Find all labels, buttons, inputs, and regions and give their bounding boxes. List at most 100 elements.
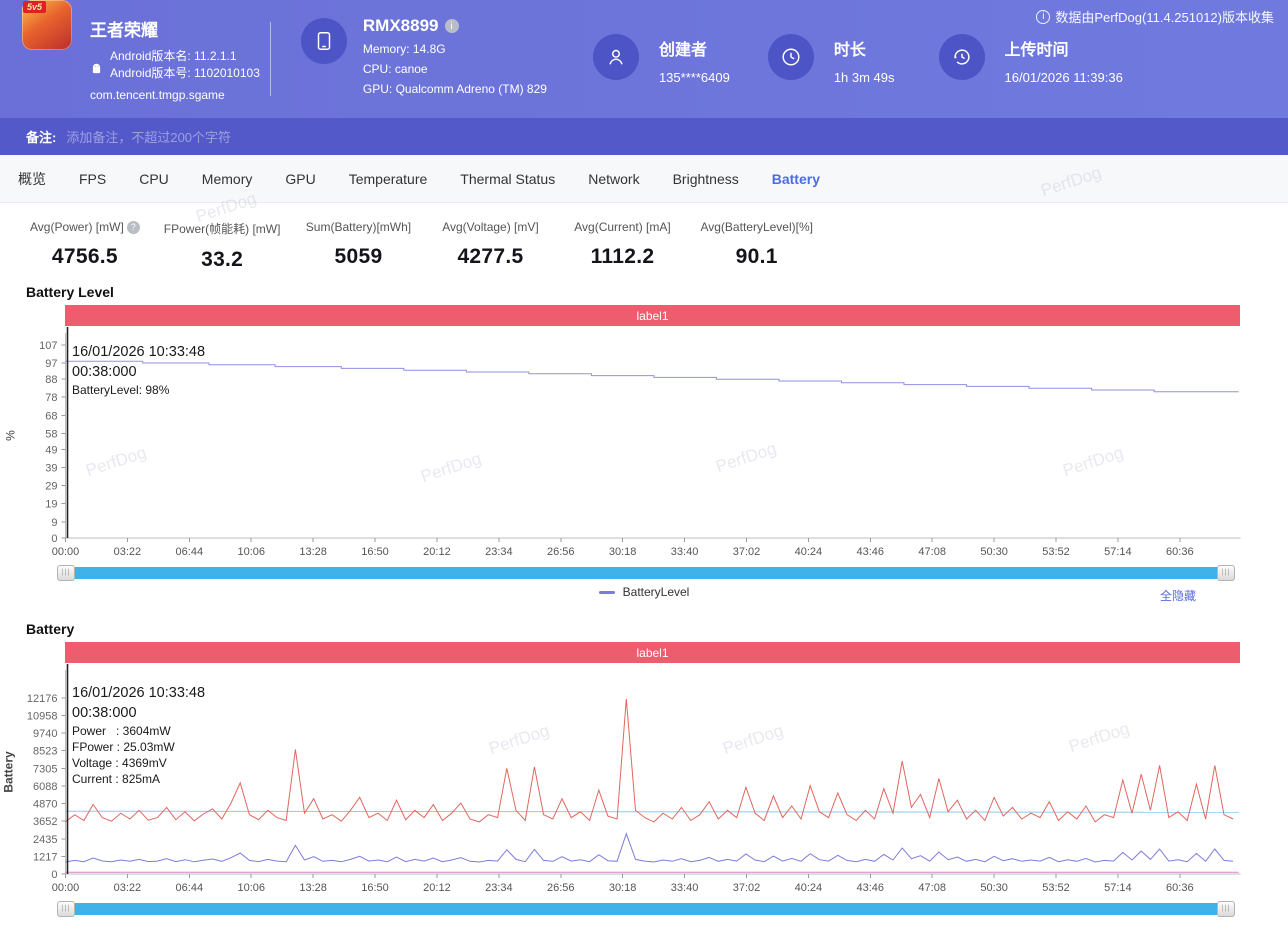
legend-swatch — [599, 591, 615, 594]
upload-time-label: 上传时间 — [1005, 36, 1123, 60]
battery-section: Battery label1 0121724353652487060887305… — [0, 621, 1288, 917]
game-name: 王者荣耀 — [90, 16, 260, 41]
stat-label: FPower(帧能耗) [mW] — [164, 220, 281, 237]
svg-text:60:36: 60:36 — [1166, 882, 1194, 894]
svg-text:%: % — [4, 430, 18, 441]
tab-overview[interactable]: 概览 — [18, 169, 46, 189]
svg-text:03:22: 03:22 — [114, 882, 142, 894]
stat-avg-voltage: Avg(Voltage) [mV]4277.5 — [436, 220, 544, 272]
stat-value: 1112.2 — [568, 245, 676, 269]
duration-section: 时长 1h 3m 49s — [768, 34, 895, 85]
svg-text:30:18: 30:18 — [609, 546, 637, 558]
battery-level-section: Battery Level label1 0919293949586878889… — [0, 284, 1288, 605]
svg-text:20:12: 20:12 — [423, 882, 451, 894]
legend-item-batterylevel[interactable]: BatteryLevel — [599, 585, 690, 599]
svg-text:06:44: 06:44 — [176, 546, 204, 558]
scrollbar-track[interactable] — [75, 903, 1217, 915]
tab-network[interactable]: Network — [588, 171, 639, 187]
hide-all-link[interactable]: 全隐藏 — [1160, 587, 1196, 604]
android-icon — [90, 56, 103, 82]
svg-text:58: 58 — [45, 428, 57, 440]
scrollbar-left-handle[interactable]: ||| — [57, 565, 75, 581]
collect-note-text: 数据由PerfDog(11.4.251012)版本收集 — [1055, 7, 1274, 26]
svg-text:20:12: 20:12 — [423, 546, 451, 558]
header-bar: i 数据由PerfDog(11.4.251012)版本收集 5v5 王者荣耀 A… — [0, 0, 1288, 118]
tab-gpu[interactable]: GPU — [285, 171, 315, 187]
scrollbar-track[interactable] — [75, 567, 1217, 579]
perfdog-version-note: i 数据由PerfDog(11.4.251012)版本收集 — [1036, 7, 1274, 26]
svg-text:88: 88 — [45, 374, 57, 386]
stat-label: Avg(BatteryLevel)[%] — [700, 220, 813, 234]
svg-text:00:00: 00:00 — [52, 882, 80, 894]
battery-chart[interactable]: 0121724353652487060887305852397401095812… — [0, 663, 1288, 900]
svg-text:33:40: 33:40 — [671, 882, 699, 894]
tab-thermal-status[interactable]: Thermal Status — [460, 171, 555, 187]
tab-brightness[interactable]: Brightness — [673, 171, 739, 187]
tab-memory[interactable]: Memory — [202, 171, 253, 187]
creator-section: 创建者 135****6409 — [593, 34, 730, 85]
svg-text:13:28: 13:28 — [299, 882, 327, 894]
scrollbar-right-handle[interactable]: ||| — [1217, 901, 1235, 917]
svg-text:43:46: 43:46 — [857, 882, 885, 894]
upload-time-value: 16/01/2026 11:39:36 — [1005, 70, 1123, 85]
creator-label: 创建者 — [659, 36, 730, 60]
svg-text:16:50: 16:50 — [361, 546, 389, 558]
svg-text:13:28: 13:28 — [299, 546, 327, 558]
tab-temperature[interactable]: Temperature — [349, 171, 428, 187]
svg-text:10:06: 10:06 — [237, 546, 265, 558]
note-input[interactable]: 添加备注，不超过200个字符 — [66, 127, 231, 146]
battery-level-chart[interactable]: 0919293949586878889710700:0003:2206:4410… — [0, 326, 1288, 564]
scrollbar-right-handle[interactable]: ||| — [1217, 565, 1235, 581]
battery-level-scrollbar[interactable]: ||| ||| — [57, 565, 1235, 581]
svg-text:107: 107 — [39, 340, 57, 352]
svg-text:9: 9 — [51, 517, 57, 529]
svg-text:8523: 8523 — [33, 746, 57, 758]
svg-text:12176: 12176 — [27, 693, 58, 705]
battery-stats-row: Avg(Power) [mW]?4756.5 FPower(帧能耗) [mW] 33… — [0, 203, 1288, 272]
svg-text:49: 49 — [45, 445, 57, 457]
clock-icon — [768, 34, 814, 80]
svg-text:33:40: 33:40 — [671, 546, 699, 558]
game-badge: 5v5 — [23, 1, 46, 13]
svg-text:1217: 1217 — [33, 851, 57, 863]
device-info-icon[interactable]: i — [445, 19, 459, 33]
note-bar: 备注: 添加备注，不超过200个字符 — [0, 118, 1288, 155]
scrollbar-left-handle[interactable]: ||| — [57, 901, 75, 917]
stat-value: 33.2 — [164, 248, 281, 272]
svg-text:37:02: 37:02 — [733, 546, 761, 558]
tab-battery[interactable]: Battery — [772, 171, 820, 187]
stat-avg-power: Avg(Power) [mW]?4756.5 — [30, 220, 140, 272]
help-icon[interactable]: ? — [127, 221, 140, 234]
svg-text:78: 78 — [45, 392, 57, 404]
svg-text:29: 29 — [45, 481, 57, 493]
stat-label: Avg(Current) [mA] — [568, 220, 676, 234]
android-version-code: Android版本号: 1102010103 — [110, 65, 260, 82]
svg-text:40:24: 40:24 — [795, 546, 823, 558]
game-info-section: 5v5 王者荣耀 Android版本名: 11.2.1.1 Android版本号… — [22, 16, 260, 102]
device-model: RMX8899 — [363, 16, 439, 36]
upload-time-section: 上传时间 16/01/2026 11:39:36 — [939, 34, 1123, 85]
svg-text:68: 68 — [45, 410, 57, 422]
creator-value: 135****6409 — [659, 70, 730, 85]
svg-text:39: 39 — [45, 463, 57, 475]
device-memory: Memory: 14.8G — [363, 42, 547, 56]
battery-level-legend: BatteryLevel — [0, 585, 1288, 599]
svg-text:26:56: 26:56 — [547, 546, 575, 558]
svg-text:53:52: 53:52 — [1042, 546, 1070, 558]
battery-scrollbar[interactable]: ||| ||| — [57, 901, 1235, 917]
svg-text:40:24: 40:24 — [795, 882, 823, 894]
svg-text:53:52: 53:52 — [1042, 882, 1070, 894]
svg-text:50:30: 50:30 — [980, 882, 1008, 894]
note-label: 备注: — [26, 127, 56, 146]
battery-banner: label1 — [65, 642, 1240, 663]
stat-value: 4277.5 — [436, 245, 544, 269]
stat-sum-battery: Sum(Battery)[mWh]5059 — [304, 220, 412, 272]
tab-cpu[interactable]: CPU — [139, 171, 169, 187]
tab-fps[interactable]: FPS — [79, 171, 106, 187]
svg-text:0: 0 — [51, 533, 57, 545]
svg-text:30:18: 30:18 — [609, 882, 637, 894]
svg-text:2435: 2435 — [33, 834, 57, 846]
svg-text:47:08: 47:08 — [918, 882, 946, 894]
duration-value: 1h 3m 49s — [834, 70, 895, 85]
game-package-name: com.tencent.tmgp.sgame — [90, 88, 260, 102]
